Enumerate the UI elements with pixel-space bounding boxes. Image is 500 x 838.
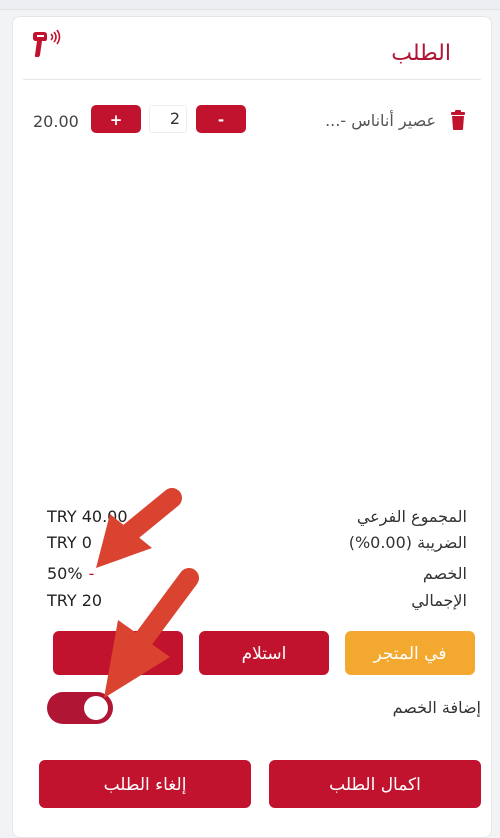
- tax-row: الضريبة (0.00%) TRY 0: [13, 533, 491, 557]
- header-divider: [23, 79, 481, 80]
- pickup-button[interactable]: استلام: [199, 631, 329, 675]
- total-label: الإجمالي: [411, 591, 467, 610]
- top-bar: [0, 0, 500, 10]
- total-row: الإجمالي TRY 20: [13, 591, 491, 615]
- in-store-button[interactable]: في المتجر: [345, 631, 475, 675]
- subtotal-row: المجموع الفرعي TRY 40.00: [13, 507, 491, 531]
- toggle-knob: [84, 696, 108, 720]
- decrease-quantity-button[interactable]: -: [196, 105, 246, 133]
- discount-value: 50%: [47, 564, 83, 583]
- discount-toggle-label: إضافة الخصم: [392, 698, 481, 717]
- item-name: عصير أناناس -...: [325, 111, 436, 130]
- discount-toggle[interactable]: [47, 692, 113, 724]
- discount-row: الخصم 50% -: [13, 564, 491, 588]
- cancel-order-button[interactable]: إلغاء الطلب: [39, 760, 251, 808]
- order-title: الطلب: [391, 41, 451, 66]
- item-price: 20.00: [33, 112, 79, 131]
- order-panel: الطلب عصير أناناس -... 20.00 + 2 - المجم…: [12, 16, 492, 838]
- subtotal-value: TRY 40.00: [47, 507, 128, 526]
- quantity-field[interactable]: 2: [149, 105, 187, 133]
- subtotal-label: المجموع الفرعي: [356, 507, 467, 526]
- tax-value: TRY 0: [47, 533, 92, 552]
- discount-label: الخصم: [422, 564, 467, 583]
- complete-order-button[interactable]: اكمال الطلب: [269, 760, 481, 808]
- trash-icon[interactable]: [450, 110, 466, 130]
- barcode-scanner-icon[interactable]: [29, 29, 69, 63]
- total-value: TRY 20: [47, 591, 103, 610]
- increase-quantity-button[interactable]: +: [91, 105, 141, 133]
- order-item-row: عصير أناناس -... 20.00 + 2 -: [13, 105, 491, 139]
- discount-value-wrap: 50% -: [47, 564, 94, 583]
- discount-sign: -: [88, 564, 95, 583]
- tax-label: الضريبة (0.00%): [348, 533, 467, 552]
- delivery-button[interactable]: [53, 631, 183, 675]
